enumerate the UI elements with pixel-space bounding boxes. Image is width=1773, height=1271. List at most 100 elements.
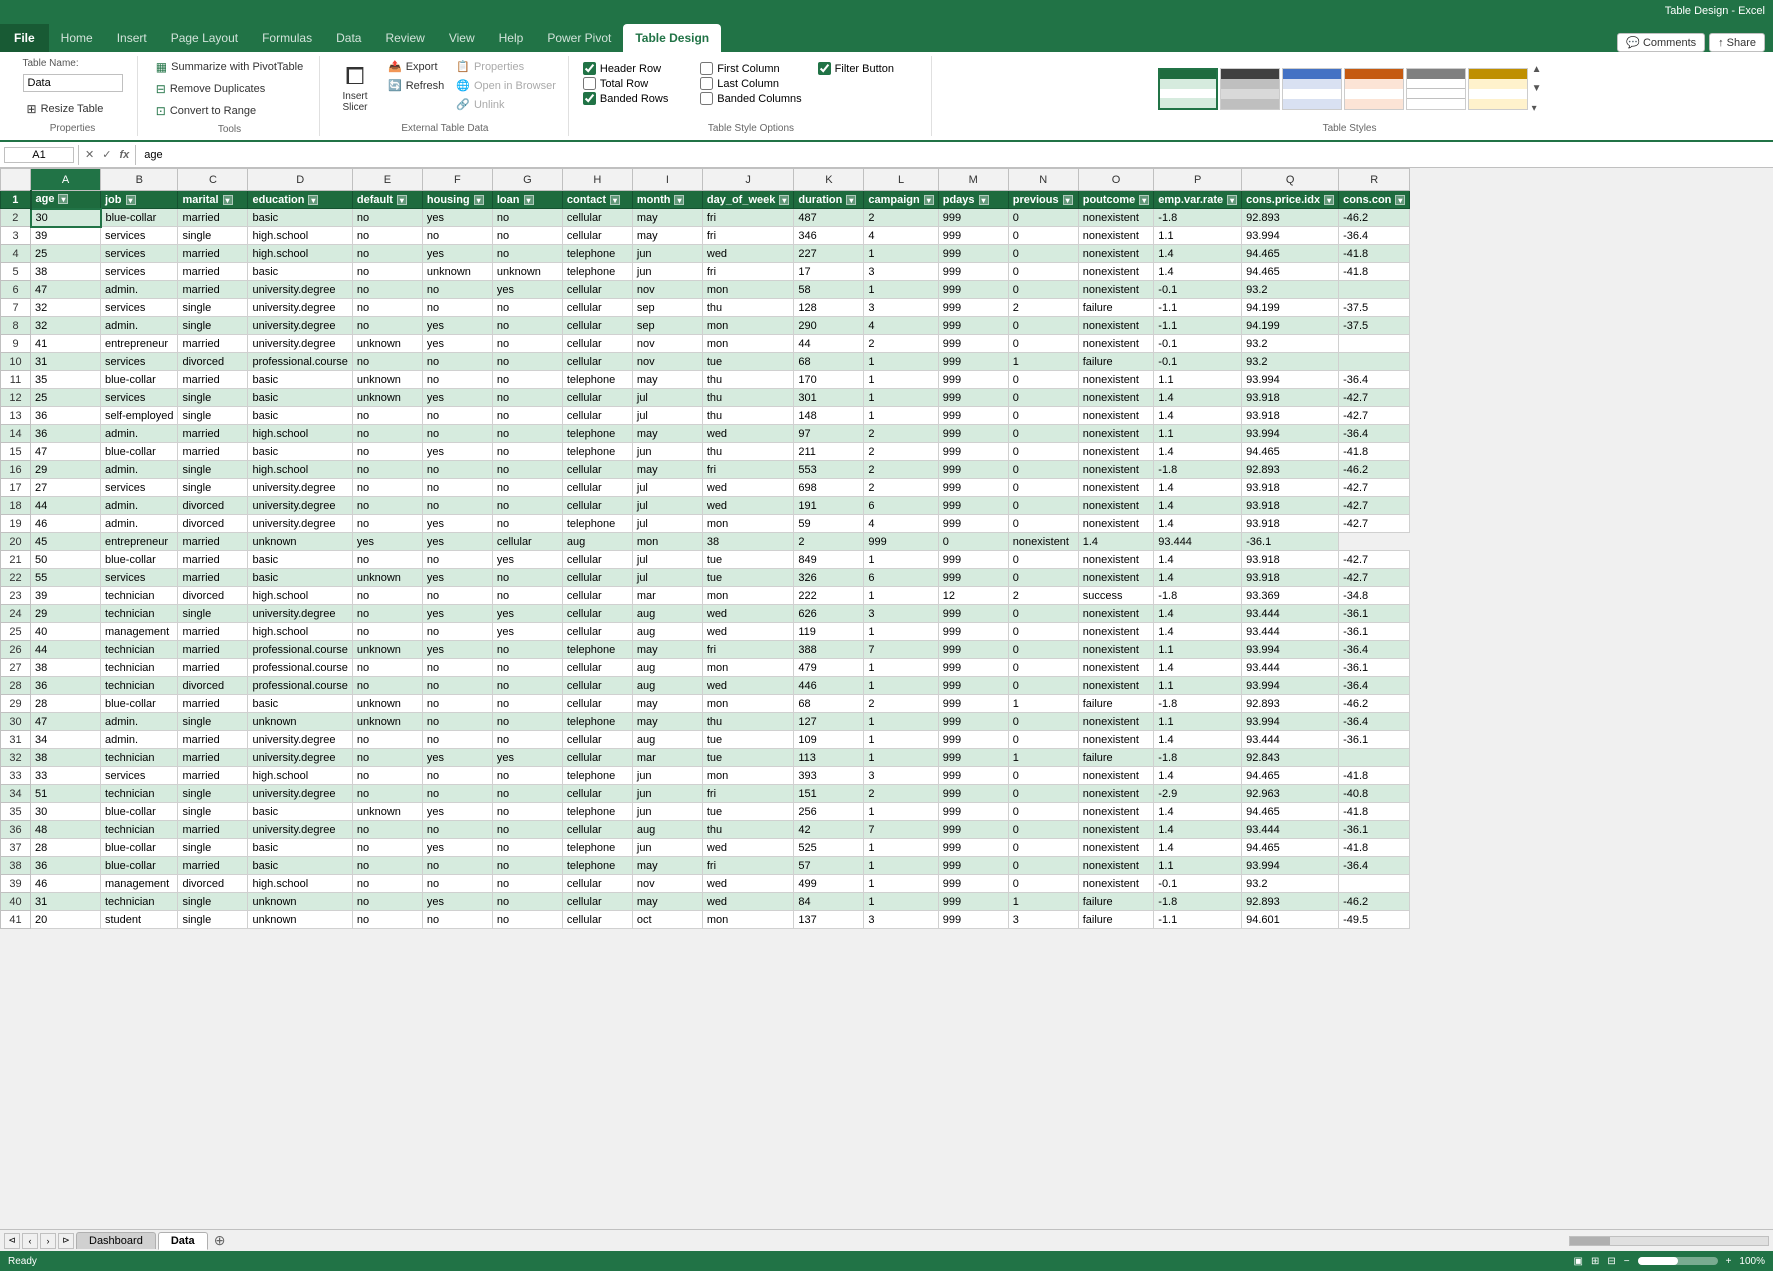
data-cell[interactable]: no xyxy=(422,857,492,875)
data-cell[interactable]: cellular xyxy=(562,353,632,371)
data-cell[interactable]: 109 xyxy=(794,731,864,749)
data-cell[interactable]: 151 xyxy=(794,785,864,803)
data-cell[interactable]: married xyxy=(178,767,248,785)
data-cell[interactable]: cellular xyxy=(562,605,632,623)
table-style-blue[interactable] xyxy=(1282,68,1342,110)
data-cell[interactable]: 1 xyxy=(1008,893,1078,911)
data-cell[interactable]: technician xyxy=(101,821,178,839)
data-cell[interactable]: -1.8 xyxy=(1154,461,1242,479)
data-cell[interactable]: 1 xyxy=(864,677,938,695)
data-cell[interactable]: single xyxy=(178,785,248,803)
data-cell[interactable]: 999 xyxy=(938,551,1008,569)
data-cell[interactable]: married xyxy=(178,659,248,677)
data-cell[interactable]: 1 xyxy=(864,803,938,821)
data-cell[interactable]: 326 xyxy=(794,569,864,587)
data-cell[interactable]: management xyxy=(101,623,178,641)
data-cell[interactable]: cellular xyxy=(562,587,632,605)
data-cell[interactable]: married xyxy=(178,623,248,641)
data-cell[interactable]: 0 xyxy=(1008,335,1078,353)
data-cell[interactable]: 92.893 xyxy=(1242,209,1339,227)
data-cell[interactable]: cellular xyxy=(562,875,632,893)
data-cell[interactable]: failure xyxy=(1078,353,1154,371)
data-cell[interactable]: 30 xyxy=(31,209,101,227)
col-header-E[interactable]: E xyxy=(352,169,422,191)
tab-home[interactable]: Home xyxy=(49,24,105,52)
data-cell[interactable]: 0 xyxy=(1008,551,1078,569)
data-cell[interactable]: blue-collar xyxy=(101,857,178,875)
data-cell[interactable]: nonexistent xyxy=(1078,641,1154,659)
data-cell[interactable]: cellular xyxy=(562,911,632,929)
data-cell[interactable]: cellular xyxy=(492,533,562,551)
data-cell[interactable]: yes xyxy=(492,551,562,569)
data-cell[interactable]: 999 xyxy=(938,875,1008,893)
data-cell[interactable]: mar xyxy=(632,749,702,767)
data-cell[interactable]: divorced xyxy=(178,587,248,605)
data-cell[interactable]: tue xyxy=(702,749,793,767)
data-cell[interactable]: fri xyxy=(702,209,793,227)
data-cell[interactable]: 346 xyxy=(794,227,864,245)
data-cell[interactable]: -36.4 xyxy=(1339,227,1410,245)
col-header-I[interactable]: I xyxy=(632,169,702,191)
header-cell-duration[interactable]: duration▾ xyxy=(794,191,864,209)
data-cell[interactable]: blue-collar xyxy=(101,695,178,713)
data-cell[interactable]: sep xyxy=(632,317,702,335)
data-cell[interactable]: 1.1 xyxy=(1154,641,1242,659)
data-cell[interactable]: cellular xyxy=(562,335,632,353)
data-cell[interactable]: -1.8 xyxy=(1154,893,1242,911)
data-cell[interactable]: 1.4 xyxy=(1154,821,1242,839)
data-cell[interactable]: no xyxy=(492,569,562,587)
data-cell[interactable]: basic xyxy=(248,443,352,461)
data-cell[interactable]: -0.1 xyxy=(1154,335,1242,353)
data-cell[interactable]: nonexistent xyxy=(1078,407,1154,425)
data-cell[interactable]: university.degree xyxy=(248,515,352,533)
data-cell[interactable]: services xyxy=(101,263,178,281)
data-cell[interactable]: no xyxy=(492,893,562,911)
data-cell[interactable]: no xyxy=(422,479,492,497)
header-row-option[interactable]: Header Row xyxy=(583,62,684,75)
data-cell[interactable]: 40 xyxy=(31,623,101,641)
data-cell[interactable]: no xyxy=(352,227,422,245)
data-cell[interactable]: may xyxy=(632,713,702,731)
data-cell[interactable]: no xyxy=(492,299,562,317)
data-cell[interactable]: failure xyxy=(1078,695,1154,713)
data-cell[interactable]: wed xyxy=(702,497,793,515)
data-cell[interactable]: thu xyxy=(702,713,793,731)
scroll-first-sheet[interactable]: ⊲ xyxy=(4,1233,20,1249)
data-cell[interactable]: basic xyxy=(248,839,352,857)
data-cell[interactable]: no xyxy=(352,893,422,911)
data-cell[interactable]: no xyxy=(422,875,492,893)
data-cell[interactable]: may xyxy=(632,857,702,875)
data-cell[interactable]: no xyxy=(422,587,492,605)
data-cell[interactable]: yes xyxy=(422,209,492,227)
data-cell[interactable]: jul xyxy=(632,515,702,533)
data-cell[interactable]: 999 xyxy=(938,407,1008,425)
data-cell[interactable]: 25 xyxy=(31,245,101,263)
data-cell[interactable]: nonexistent xyxy=(1078,425,1154,443)
data-cell[interactable]: 0 xyxy=(1008,497,1078,515)
data-cell[interactable]: 3 xyxy=(864,263,938,281)
data-cell[interactable]: 45 xyxy=(31,533,101,551)
styles-scroll-down[interactable]: ▼ xyxy=(1532,83,1542,94)
data-cell[interactable]: 0 xyxy=(1008,713,1078,731)
data-cell[interactable]: 0 xyxy=(1008,227,1078,245)
data-cell[interactable]: single xyxy=(178,803,248,821)
data-cell[interactable]: thu xyxy=(702,821,793,839)
data-cell[interactable]: no xyxy=(352,479,422,497)
data-cell[interactable]: single xyxy=(178,893,248,911)
data-cell[interactable]: no xyxy=(352,245,422,263)
data-cell[interactable]: no xyxy=(492,785,562,803)
data-cell[interactable]: 93.2 xyxy=(1242,353,1339,371)
data-cell[interactable]: self-employed xyxy=(101,407,178,425)
header-row-checkbox[interactable] xyxy=(583,62,596,75)
data-cell[interactable]: fri xyxy=(702,857,793,875)
data-cell[interactable]: high.school xyxy=(248,245,352,263)
data-cell[interactable]: 47 xyxy=(31,281,101,299)
data-cell[interactable]: jul xyxy=(632,551,702,569)
data-cell[interactable]: single xyxy=(178,317,248,335)
data-cell[interactable]: telephone xyxy=(562,515,632,533)
header-cell-poutcome[interactable]: poutcome▾ xyxy=(1078,191,1154,209)
data-cell[interactable]: university.degree xyxy=(248,731,352,749)
data-cell[interactable]: 1 xyxy=(864,749,938,767)
data-cell[interactable]: entrepreneur xyxy=(101,533,178,551)
data-cell[interactable]: nonexistent xyxy=(1078,839,1154,857)
